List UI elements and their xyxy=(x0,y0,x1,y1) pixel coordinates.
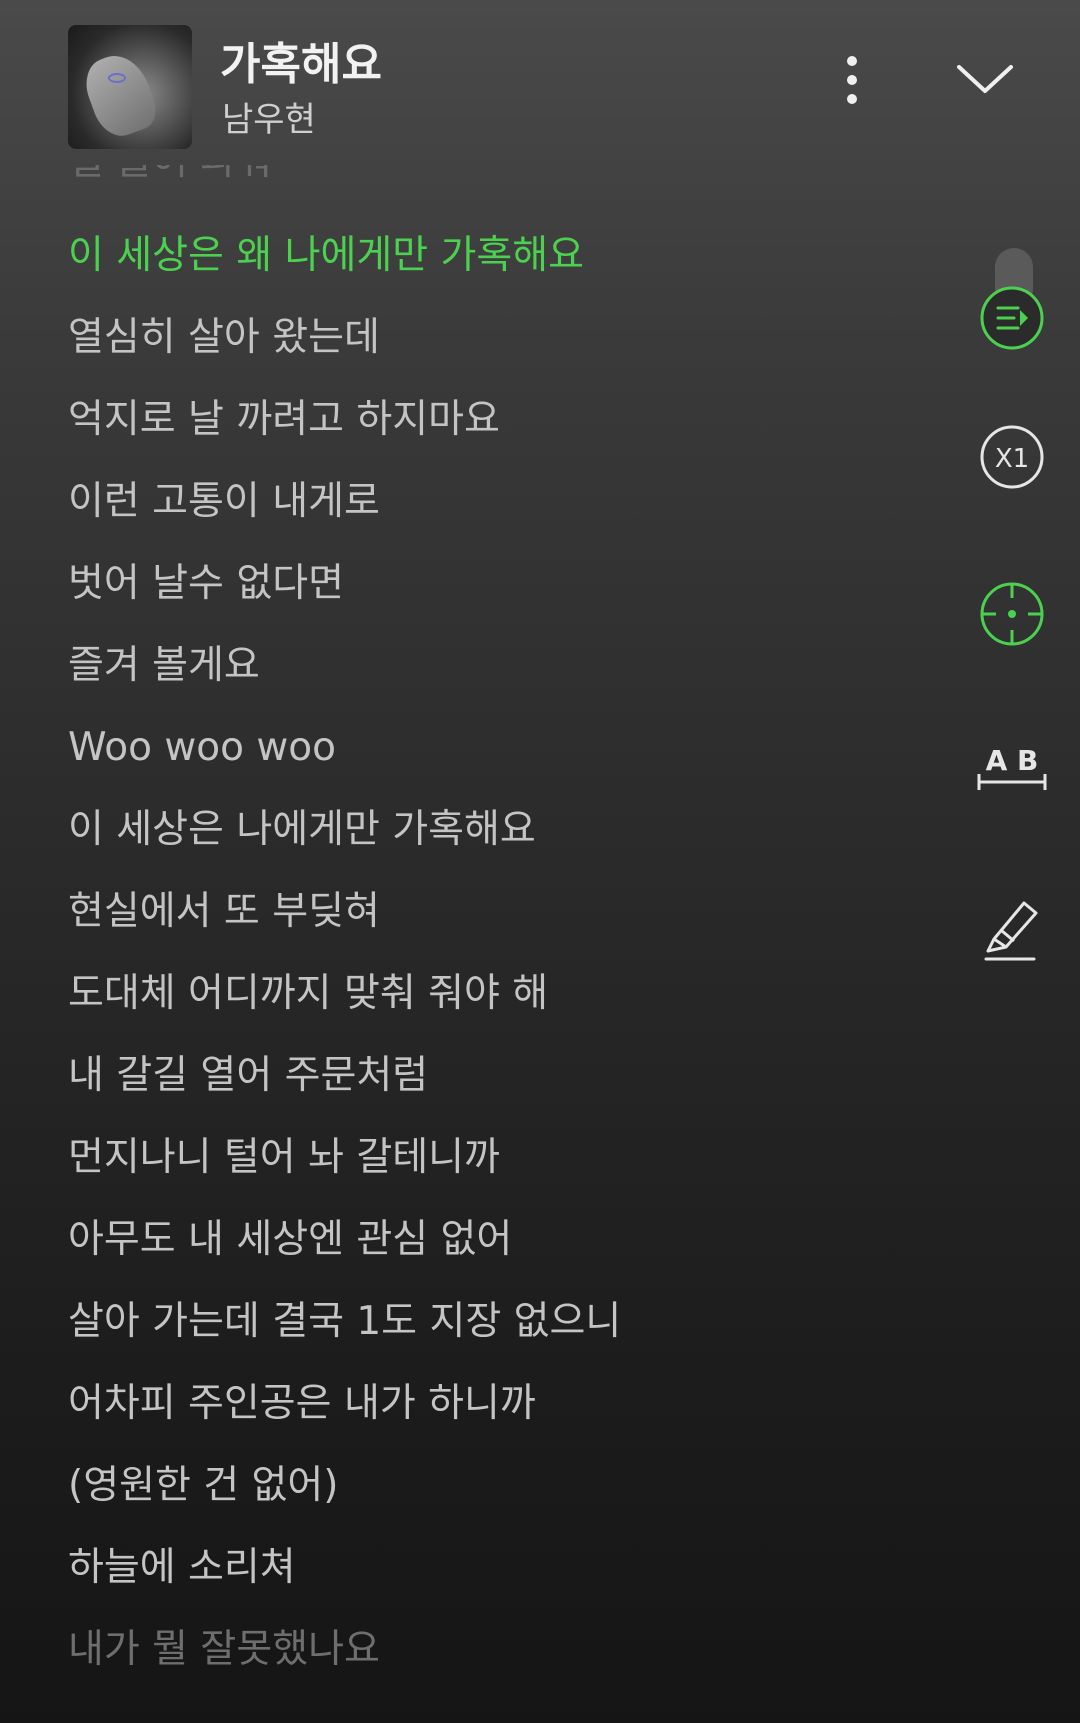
lyric-line-next[interactable]: 내가 뭘 잘못했나요 xyxy=(68,1609,928,1691)
lyric-line[interactable]: (영원한 건 없어) xyxy=(68,1445,928,1527)
lyric-line[interactable]: 이런 고통이 내게로 xyxy=(68,461,928,543)
ab-repeat-icon[interactable]: A B xyxy=(975,736,1049,804)
lyrics-scroll-icon[interactable] xyxy=(978,284,1046,352)
lyric-line[interactable]: Woo woo woo xyxy=(68,707,928,789)
lyric-line-previous-text: 길 들어 파워 xyxy=(68,165,272,184)
sync-center-icon[interactable] xyxy=(978,580,1046,648)
lyric-line[interactable]: 하늘에 소리쳐 xyxy=(68,1527,928,1609)
speed-label: X1 xyxy=(995,444,1029,474)
album-art-hand xyxy=(78,47,162,143)
speed-icon[interactable]: X1 xyxy=(978,423,1046,491)
lyric-line-previous[interactable]: 길 들어 파워 xyxy=(68,165,928,215)
lyric-line-current[interactable]: 이 세상은 왜 나에게만 가혹해요 xyxy=(68,215,928,297)
more-vertical-icon[interactable] xyxy=(830,45,874,115)
lyric-line[interactable]: 도대체 어디까지 맞춰 줘야 해 xyxy=(68,953,928,1035)
lyric-line[interactable]: 열심히 살아 왔는데 xyxy=(68,297,928,379)
artist-name[interactable]: 남우현 xyxy=(222,92,316,141)
lyric-line[interactable]: 벗어 날수 없다면 xyxy=(68,543,928,625)
lyric-line[interactable]: 먼지나니 털어 놔 갈테니까 xyxy=(68,1117,928,1199)
lyric-line[interactable]: 내 갈길 열어 주문처럼 xyxy=(68,1035,928,1117)
lyric-line[interactable]: 현실에서 또 부딪혀 xyxy=(68,871,928,953)
lyrics-list[interactable]: 길 들어 파워 이 세상은 왜 나에게만 가혹해요 열심히 살아 왔는데 억지로… xyxy=(68,165,928,1691)
lyric-line[interactable]: 아무도 내 세상엔 관심 없어 xyxy=(68,1199,928,1281)
lyric-line[interactable]: 억지로 날 까려고 하지마요 xyxy=(68,379,928,461)
highlight-pen-icon[interactable] xyxy=(980,895,1048,963)
album-art-ring xyxy=(108,73,126,83)
ab-label: A B xyxy=(986,744,1039,777)
album-art[interactable] xyxy=(68,25,192,149)
lyric-line[interactable]: 살아 가는데 결국 1도 지장 없으니 xyxy=(68,1281,928,1363)
lyric-line[interactable]: 어차피 주인공은 내가 하니까 xyxy=(68,1363,928,1445)
player-header: 가혹해요 남우현 xyxy=(0,0,1080,170)
lyric-line[interactable]: 이 세상은 나에게만 가혹해요 xyxy=(68,789,928,871)
song-title: 가혹해요 xyxy=(220,39,382,90)
chevron-down-icon[interactable] xyxy=(955,55,1015,105)
lyric-line[interactable]: 즐겨 볼게요 xyxy=(68,625,928,707)
